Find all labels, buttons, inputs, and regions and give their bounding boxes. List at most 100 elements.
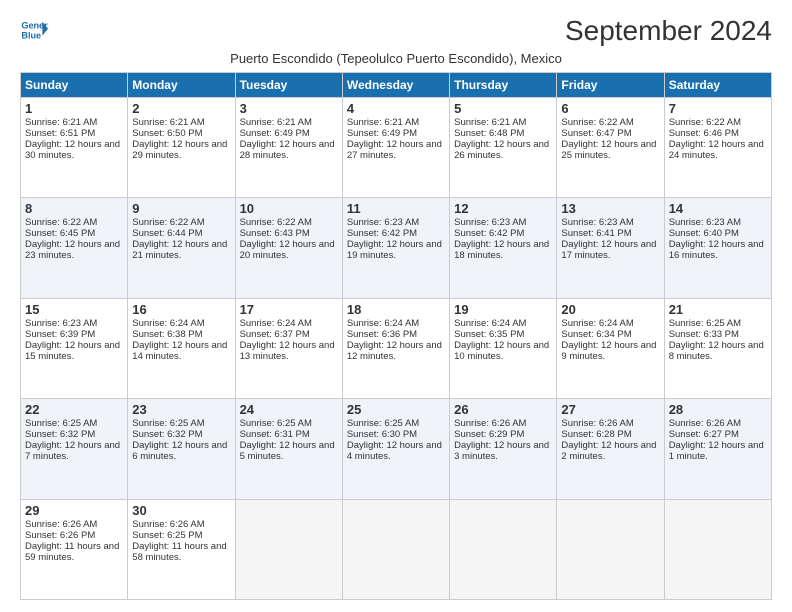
daylight-label: Daylight: 12 hours and 29 minutes.	[132, 139, 227, 161]
sunset: Sunset: 6:50 PM	[132, 128, 202, 139]
table-cell: 12Sunrise: 6:23 AMSunset: 6:42 PMDayligh…	[450, 198, 557, 298]
daylight-label: Daylight: 12 hours and 27 minutes.	[347, 139, 442, 161]
daylight-label: Daylight: 12 hours and 8 minutes.	[669, 340, 764, 362]
day-number: 27	[561, 402, 659, 417]
sunset: Sunset: 6:43 PM	[240, 228, 310, 239]
logo-icon: General Blue	[20, 16, 48, 44]
day-number: 9	[132, 201, 230, 216]
table-row: 29Sunrise: 6:26 AMSunset: 6:26 PMDayligh…	[21, 499, 772, 599]
sunrise: Sunrise: 6:21 AM	[132, 117, 204, 128]
daylight-label: Daylight: 12 hours and 19 minutes.	[347, 239, 442, 261]
page: General Blue September 2024 Puerto Escon…	[0, 0, 792, 612]
header-row: Sunday Monday Tuesday Wednesday Thursday…	[21, 72, 772, 97]
sunrise: Sunrise: 6:21 AM	[454, 117, 526, 128]
sunrise: Sunrise: 6:23 AM	[669, 217, 741, 228]
sunrise: Sunrise: 6:22 AM	[25, 217, 97, 228]
daylight-label: Daylight: 12 hours and 15 minutes.	[25, 340, 120, 362]
header: General Blue September 2024	[20, 16, 772, 47]
table-cell: 20Sunrise: 6:24 AMSunset: 6:34 PMDayligh…	[557, 298, 664, 398]
table-cell: 25Sunrise: 6:25 AMSunset: 6:30 PMDayligh…	[342, 399, 449, 499]
sunrise: Sunrise: 6:23 AM	[25, 318, 97, 329]
day-number: 23	[132, 402, 230, 417]
day-number: 30	[132, 503, 230, 518]
day-number: 11	[347, 201, 445, 216]
sunset: Sunset: 6:31 PM	[240, 429, 310, 440]
day-number: 4	[347, 101, 445, 116]
table-row: 22 Sunrise: 6:25 AM Sunset: 6:32 PM Dayligh…	[21, 399, 772, 499]
sunrise: Sunrise: 6:24 AM	[240, 318, 312, 329]
daylight-label: Daylight: 11 hours and 59 minutes.	[25, 541, 119, 563]
day-number: 29	[25, 503, 123, 518]
day-number: 3	[240, 101, 338, 116]
sunset: Sunset: 6:46 PM	[669, 128, 739, 139]
day-number: 28	[669, 402, 767, 417]
sunset: Sunset: 6:26 PM	[25, 530, 95, 541]
table-cell: 28Sunrise: 6:26 AMSunset: 6:27 PMDayligh…	[664, 399, 771, 499]
sunset: Sunset: 6:47 PM	[561, 128, 631, 139]
sunset: Sunset: 6:41 PM	[561, 228, 631, 239]
sunrise: Sunrise: 6:25 AM	[240, 418, 312, 429]
subtitle: Puerto Escondido (Tepeolulco Puerto Esco…	[20, 51, 772, 66]
sunset: Sunset: 6:32 PM	[132, 429, 202, 440]
col-friday: Friday	[557, 72, 664, 97]
sunrise: Sunrise: 6:26 AM	[454, 418, 526, 429]
sunset: Sunset: 6:35 PM	[454, 329, 524, 340]
table-cell: 29Sunrise: 6:26 AMSunset: 6:26 PMDayligh…	[21, 499, 128, 599]
day-number: 19	[454, 302, 552, 317]
table-cell: 24Sunrise: 6:25 AMSunset: 6:31 PMDayligh…	[235, 399, 342, 499]
daylight-label: Daylight: 12 hours and 17 minutes.	[561, 239, 656, 261]
daylight-label: Daylight: 12 hours and 9 minutes.	[561, 340, 656, 362]
table-cell: 2Sunrise: 6:21 AMSunset: 6:50 PMDaylight…	[128, 97, 235, 197]
table-cell: 19Sunrise: 6:24 AMSunset: 6:35 PMDayligh…	[450, 298, 557, 398]
day-number: 15	[25, 302, 123, 317]
sunrise: Sunrise: 6:23 AM	[561, 217, 633, 228]
daylight-label: Daylight: 12 hours and 16 minutes.	[669, 239, 764, 261]
calendar-table: Sunday Monday Tuesday Wednesday Thursday…	[20, 72, 772, 600]
sunset: Sunset: 6:40 PM	[669, 228, 739, 239]
sunrise: Sunrise: 6:24 AM	[454, 318, 526, 329]
sunset: Sunset: 6:44 PM	[132, 228, 202, 239]
table-cell: 7Sunrise: 6:22 AMSunset: 6:46 PMDaylight…	[664, 97, 771, 197]
daylight-label: Daylight: 12 hours and 5 minutes.	[240, 440, 335, 462]
day-number: 2	[132, 101, 230, 116]
day-number: 22	[25, 402, 123, 417]
table-cell: 5Sunrise: 6:21 AMSunset: 6:48 PMDaylight…	[450, 97, 557, 197]
sunrise: Sunrise: 6:26 AM	[25, 519, 97, 530]
day-number: 16	[132, 302, 230, 317]
day-number: 8	[25, 201, 123, 216]
sunrise: Sunrise: 6:22 AM	[132, 217, 204, 228]
day-number: 10	[240, 201, 338, 216]
sunset: Sunset: 6:42 PM	[454, 228, 524, 239]
table-cell: 21Sunrise: 6:25 AMSunset: 6:33 PMDayligh…	[664, 298, 771, 398]
table-cell: 27Sunrise: 6:26 AMSunset: 6:28 PMDayligh…	[557, 399, 664, 499]
sunrise: Sunrise: 6:25 AM	[347, 418, 419, 429]
sunset: Sunset: 6:49 PM	[347, 128, 417, 139]
sunset: Sunset: 6:30 PM	[347, 429, 417, 440]
day-number: 24	[240, 402, 338, 417]
daylight-label: Daylight: 12 hours and 23 minutes.	[25, 239, 120, 261]
day-number: 18	[347, 302, 445, 317]
col-tuesday: Tuesday	[235, 72, 342, 97]
sunrise: Sunrise: 6:23 AM	[347, 217, 419, 228]
day-number: 7	[669, 101, 767, 116]
table-cell: 23Sunrise: 6:25 AMSunset: 6:32 PMDayligh…	[128, 399, 235, 499]
daylight-label: Daylight: 12 hours and 28 minutes.	[240, 139, 335, 161]
sunset: Sunset: 6:29 PM	[454, 429, 524, 440]
sunrise: Sunrise: 6:26 AM	[561, 418, 633, 429]
sunset: Sunset: 6:42 PM	[347, 228, 417, 239]
main-title: September 2024	[565, 16, 772, 47]
daylight-label: Daylight: 12 hours and 13 minutes.	[240, 340, 335, 362]
col-saturday: Saturday	[664, 72, 771, 97]
table-cell: 10Sunrise: 6:22 AMSunset: 6:43 PMDayligh…	[235, 198, 342, 298]
day-number: 25	[347, 402, 445, 417]
sunset: Sunset: 6:32 PM	[25, 429, 95, 440]
sunset: Sunset: 6:28 PM	[561, 429, 631, 440]
sunset: Sunset: 6:34 PM	[561, 329, 631, 340]
table-row: 8Sunrise: 6:22 AMSunset: 6:45 PMDaylight…	[21, 198, 772, 298]
daylight-label: Daylight: 12 hours and 20 minutes.	[240, 239, 335, 261]
sunset: Sunset: 6:37 PM	[240, 329, 310, 340]
table-cell	[450, 499, 557, 599]
table-cell	[235, 499, 342, 599]
table-cell	[664, 499, 771, 599]
col-thursday: Thursday	[450, 72, 557, 97]
